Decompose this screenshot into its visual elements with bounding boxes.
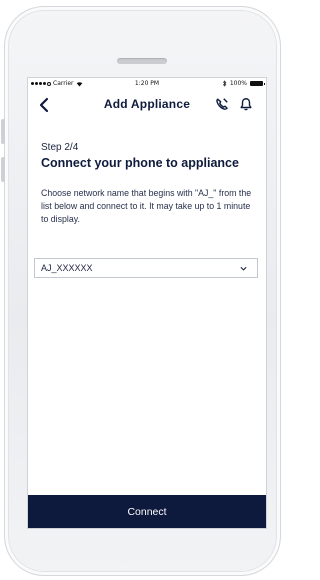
phone-icon[interactable] [215, 97, 229, 111]
page-title: Add Appliance [103, 97, 191, 111]
status-bar: Carrier 1:20 PM 100% [28, 78, 266, 90]
battery-percent: 100% [229, 80, 247, 87]
battery-icon [250, 81, 265, 86]
description: Choose network name that begins with "AJ… [41, 188, 252, 224]
connect-button[interactable]: Connect [28, 495, 266, 528]
bell-icon[interactable] [239, 97, 253, 111]
bluetooth-icon [222, 80, 227, 87]
volume-down-button [1, 157, 5, 182]
heading: Connect your phone to appliance [41, 156, 239, 170]
status-right: 100% [222, 80, 265, 87]
volume-up-button [1, 119, 5, 144]
step-indicator: Step 2/4 [41, 142, 79, 153]
nav-bar: Add Appliance [28, 92, 266, 118]
network-select-value: AJ_XXXXXX [41, 263, 93, 273]
app-screen: Carrier 1:20 PM 100% Add Appliance Step … [27, 77, 267, 529]
chevron-down-icon [240, 266, 247, 271]
network-select[interactable]: AJ_XXXXXX [34, 258, 258, 278]
content: Step 2/4 Connect your phone to appliance… [41, 142, 257, 226]
speaker-grille [117, 58, 167, 64]
